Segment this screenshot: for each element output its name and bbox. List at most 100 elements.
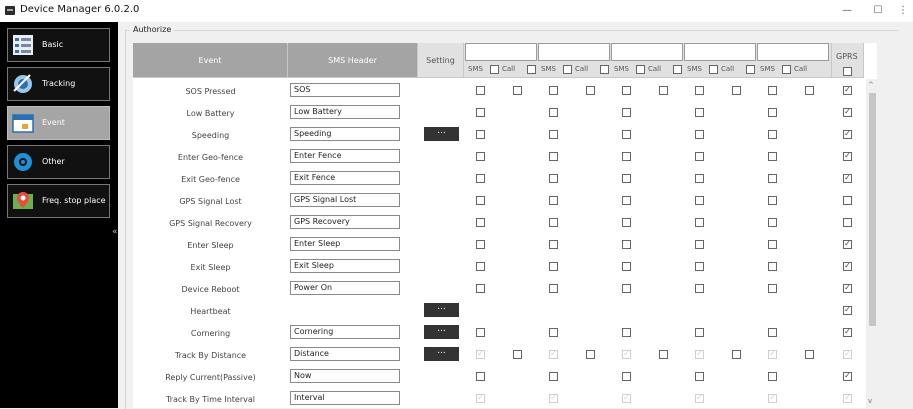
sms-checkbox[interactable]: [768, 174, 777, 183]
sms-checkbox[interactable]: [476, 174, 485, 183]
sms-checkbox[interactable]: [622, 240, 631, 249]
sms-checkbox[interactable]: [768, 284, 777, 293]
call-checkbox[interactable]: [659, 86, 668, 95]
gprs-checkbox[interactable]: ✓: [843, 240, 852, 249]
sms-checkbox[interactable]: [768, 262, 777, 271]
vertical-scrollbar[interactable]: ^ v: [866, 79, 879, 408]
sms-checkbox[interactable]: [549, 284, 558, 293]
sms-checkbox[interactable]: [622, 174, 631, 183]
call-checkbox[interactable]: [586, 350, 595, 359]
sms-checkbox[interactable]: [622, 262, 631, 271]
call-checkbox[interactable]: [513, 350, 522, 359]
sms-header-input[interactable]: SOS: [290, 83, 400, 97]
more-icon[interactable]: ⋮: [895, 2, 911, 20]
sms-checkbox[interactable]: [695, 152, 704, 161]
sidebar-item-basic[interactable]: Basic: [7, 28, 110, 62]
sms-all-checkbox[interactable]: [782, 65, 791, 74]
sms-checkbox[interactable]: [695, 262, 704, 271]
sms-checkbox[interactable]: [768, 130, 777, 139]
sms-checkbox[interactable]: [695, 86, 704, 95]
sidebar-item-freq-stop-place[interactable]: Freq. stop place: [7, 184, 110, 218]
channel-select-checkbox[interactable]: [673, 65, 682, 74]
setting-button[interactable]: ...: [424, 303, 459, 317]
sms-checkbox[interactable]: [549, 218, 558, 227]
channel-name-input[interactable]: [538, 43, 610, 61]
sms-checkbox[interactable]: [695, 372, 704, 381]
sms-header-input[interactable]: Exit Fence: [290, 171, 400, 185]
channel-select-checkbox[interactable]: [527, 65, 536, 74]
scroll-down-icon[interactable]: v: [868, 397, 872, 405]
gprs-checkbox[interactable]: ✓: [843, 372, 852, 381]
sms-header-input[interactable]: Power On: [290, 281, 400, 295]
call-checkbox[interactable]: [805, 86, 814, 95]
sms-checkbox[interactable]: [476, 130, 485, 139]
gprs-checkbox[interactable]: ✓: [843, 130, 852, 139]
channel-name-input[interactable]: [757, 43, 829, 61]
sms-checkbox[interactable]: [695, 108, 704, 117]
sms-checkbox[interactable]: [695, 196, 704, 205]
sms-header-input[interactable]: Interval: [290, 391, 400, 405]
sms-checkbox[interactable]: [549, 240, 558, 249]
sms-checkbox[interactable]: ✓: [622, 350, 631, 359]
sms-checkbox[interactable]: ✓: [476, 394, 485, 403]
gprs-checkbox[interactable]: ✓: [843, 328, 852, 337]
sms-checkbox[interactable]: [549, 372, 558, 381]
sms-checkbox[interactable]: [549, 174, 558, 183]
call-checkbox[interactable]: [513, 86, 522, 95]
sms-checkbox[interactable]: [476, 152, 485, 161]
sms-checkbox[interactable]: [476, 218, 485, 227]
setting-button[interactable]: ...: [424, 325, 459, 339]
sms-checkbox[interactable]: [549, 262, 558, 271]
sms-all-checkbox[interactable]: [636, 65, 645, 74]
setting-button[interactable]: ...: [424, 127, 459, 141]
sms-header-input[interactable]: Distance: [290, 347, 400, 361]
sms-checkbox[interactable]: [549, 196, 558, 205]
sms-header-input[interactable]: Low Battery: [290, 105, 400, 119]
channel-select-checkbox[interactable]: [746, 65, 755, 74]
sms-checkbox[interactable]: [622, 152, 631, 161]
sms-all-checkbox[interactable]: [490, 65, 499, 74]
sms-checkbox[interactable]: ✓: [695, 394, 704, 403]
sms-checkbox[interactable]: [768, 372, 777, 381]
gprs-checkbox[interactable]: ✓: [843, 284, 852, 293]
sms-all-checkbox[interactable]: [709, 65, 718, 74]
sms-header-input[interactable]: Enter Fence: [290, 149, 400, 163]
sms-checkbox[interactable]: [622, 284, 631, 293]
sms-checkbox[interactable]: [622, 108, 631, 117]
sms-checkbox[interactable]: [549, 152, 558, 161]
call-checkbox[interactable]: [586, 86, 595, 95]
sidebar-item-tracking[interactable]: Tracking: [7, 67, 110, 101]
sms-checkbox[interactable]: [476, 284, 485, 293]
sms-header-input[interactable]: GPS Recovery: [290, 215, 400, 229]
sms-checkbox[interactable]: [476, 196, 485, 205]
sms-checkbox[interactable]: ✓: [622, 394, 631, 403]
gprs-checkbox[interactable]: ✓: [843, 350, 852, 359]
channel-select-checkbox[interactable]: [600, 65, 609, 74]
sms-checkbox[interactable]: [549, 130, 558, 139]
sms-checkbox[interactable]: [549, 108, 558, 117]
gprs-checkbox[interactable]: [843, 218, 852, 227]
sms-checkbox[interactable]: [695, 284, 704, 293]
sms-checkbox[interactable]: [695, 328, 704, 337]
sms-header-input[interactable]: Exit Sleep: [290, 259, 400, 273]
gprs-checkbox[interactable]: ✓: [843, 262, 852, 271]
sms-checkbox[interactable]: [695, 240, 704, 249]
sms-checkbox[interactable]: [549, 328, 558, 337]
sms-checkbox[interactable]: ✓: [549, 350, 558, 359]
sms-checkbox[interactable]: [622, 86, 631, 95]
sms-checkbox[interactable]: [476, 372, 485, 381]
sms-checkbox[interactable]: [768, 108, 777, 117]
gprs-checkbox[interactable]: ✓: [843, 108, 852, 117]
scroll-up-icon[interactable]: ^: [868, 81, 874, 89]
gprs-checkbox[interactable]: ✓: [843, 174, 852, 183]
sms-checkbox[interactable]: [695, 130, 704, 139]
sms-header-input[interactable]: GPS Signal Lost: [290, 193, 400, 207]
gprs-checkbox[interactable]: ✓: [843, 86, 852, 95]
sms-checkbox[interactable]: [476, 86, 485, 95]
sms-checkbox[interactable]: ✓: [476, 350, 485, 359]
sidebar-item-other[interactable]: Other: [7, 145, 110, 179]
sms-checkbox[interactable]: [476, 262, 485, 271]
sms-checkbox[interactable]: ✓: [768, 350, 777, 359]
gprs-checkbox[interactable]: ✓: [843, 306, 852, 315]
sms-checkbox[interactable]: ✓: [768, 394, 777, 403]
